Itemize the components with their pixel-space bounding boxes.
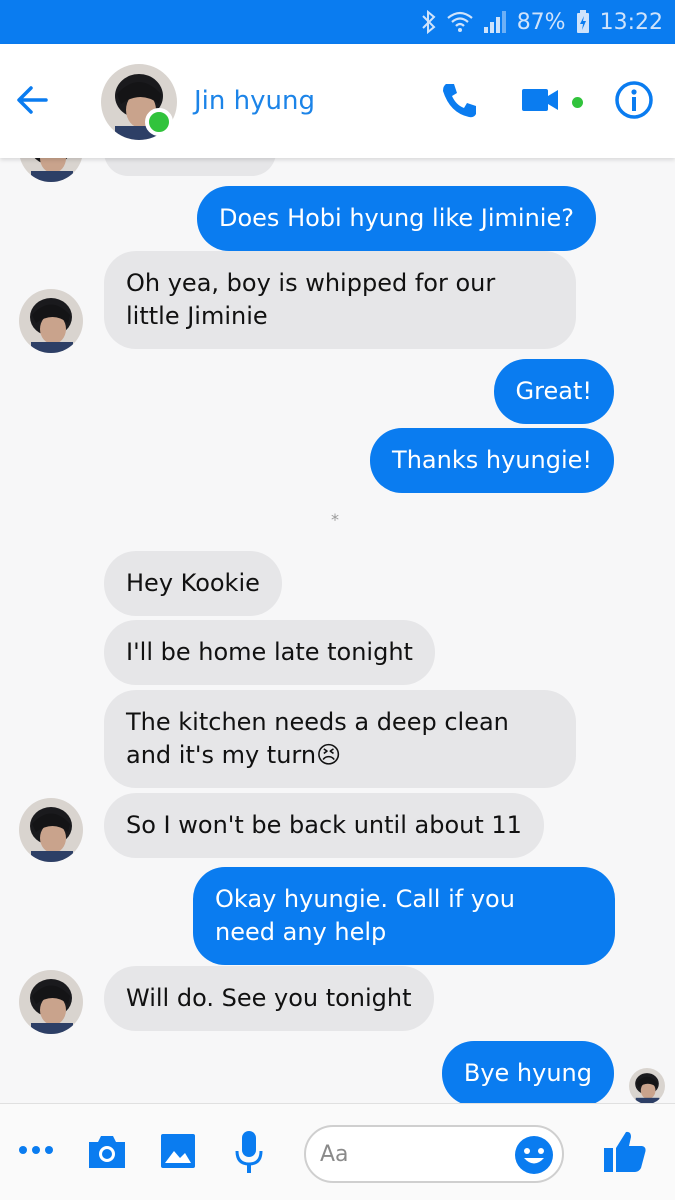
message-bubble-outgoing[interactable]: Does Hobi hyung like Jiminie? — [197, 186, 596, 251]
message-bubble-outgoing[interactable]: Thanks hyungie! — [370, 428, 614, 493]
message-input[interactable] — [320, 1139, 510, 1169]
clock: 13:22 — [599, 9, 663, 35]
more-icon[interactable] — [18, 1142, 54, 1158]
thumbs-up-icon[interactable] — [602, 1128, 648, 1174]
message-bubble-incoming[interactable]: Will do. See you tonight — [104, 966, 434, 1031]
message-composer — [0, 1103, 675, 1200]
message-list[interactable]: Does Hobi hyung like Jiminie? Oh yea, bo… — [0, 158, 675, 1103]
conversation-header: Jin hyung — [0, 44, 675, 158]
contact-avatar-small — [19, 798, 83, 862]
info-icon[interactable] — [612, 78, 656, 122]
message-bubble-outgoing[interactable]: Great! — [493, 359, 614, 424]
message-bubble-incoming[interactable]: So I won't be back until about 11 — [104, 793, 544, 858]
seen-receipt-avatar — [629, 1068, 665, 1103]
signal-icon — [483, 11, 506, 33]
camera-icon[interactable] — [86, 1132, 128, 1172]
bluetooth-icon — [421, 10, 436, 34]
wifi-icon — [446, 11, 473, 32]
contact-name[interactable]: Jin hyung — [194, 86, 315, 116]
conversation-divider: * — [331, 510, 339, 529]
message-bubble-partial[interactable] — [104, 158, 276, 176]
microphone-icon[interactable] — [234, 1129, 264, 1175]
video-online-dot — [572, 97, 583, 108]
emoji-icon[interactable] — [514, 1135, 554, 1175]
phone-icon[interactable] — [438, 78, 482, 122]
message-bubble-incoming[interactable]: Hey Kookie — [104, 551, 282, 616]
video-icon[interactable] — [520, 78, 560, 122]
message-input-box[interactable] — [304, 1125, 564, 1183]
battery-charging-icon — [576, 10, 589, 33]
status-bar: 87% 13:22 — [0, 0, 675, 44]
message-bubble-outgoing[interactable]: Bye hyung — [441, 1041, 614, 1103]
battery-percentage: 87% — [516, 9, 566, 35]
message-bubble-outgoing[interactable]: Okay hyungie. Call if you need any help — [193, 867, 615, 965]
contact-avatar-small — [19, 289, 83, 353]
message-bubble-incoming[interactable]: The kitchen needs a deep clean and it's … — [104, 690, 576, 788]
contact-avatar-small — [19, 970, 83, 1034]
back-arrow-icon[interactable] — [14, 82, 50, 118]
gallery-icon[interactable] — [160, 1132, 196, 1170]
message-bubble-incoming[interactable]: I'll be home late tonight — [104, 620, 435, 685]
message-bubble-incoming[interactable]: Oh yea, boy is whipped for our little Ji… — [104, 251, 576, 349]
contact-avatar-small — [19, 158, 83, 182]
online-status-dot — [145, 108, 173, 136]
